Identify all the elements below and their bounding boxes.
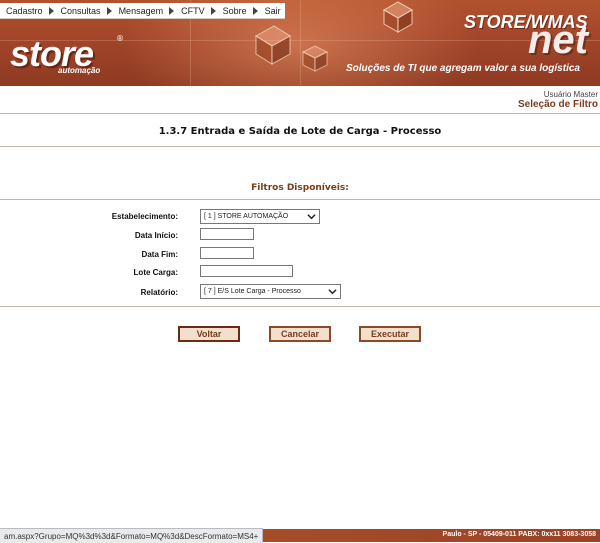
executar-button[interactable]: Executar [359, 326, 421, 342]
chevron-down-icon [328, 289, 337, 295]
logo-registered-mark: ® [116, 34, 124, 43]
chevron-down-icon [307, 214, 316, 220]
menu-item-cadastro[interactable]: Cadastro [3, 6, 47, 16]
data-fim-field[interactable] [200, 247, 254, 259]
menu-item-mensagem[interactable]: Mensagem [116, 6, 168, 16]
estabelecimento-value: [ 1 ] STORE AUTOMAÇÃO [204, 213, 289, 220]
page-title: 1.3.7 Entrada e Saída de Lote de Carga -… [158, 126, 442, 137]
product-net: net [528, 18, 588, 62]
lote-carga-label: Lote Carga: [133, 268, 178, 277]
menu-arrow-icon [48, 6, 54, 15]
menu-item-cftv[interactable]: CFTV [178, 6, 209, 16]
menu-arrow-icon [210, 6, 216, 15]
estabelecimento-label: Estabelecimento: [111, 212, 178, 221]
data-inicio-field[interactable] [200, 228, 254, 240]
lote-carga-field[interactable] [200, 265, 293, 277]
data-fim-label: Data Fim: [141, 250, 178, 259]
data-inicio-label: Data Início: [134, 231, 178, 240]
menu-item-sobre[interactable]: Sobre [220, 6, 251, 16]
divider [0, 113, 600, 114]
divider [0, 146, 600, 147]
menu-arrow-icon [252, 6, 258, 15]
relatorio-value: [ 7 ] E/S Lote Carga - Processo [204, 288, 301, 295]
header-banner: Cadastro Consultas Mensagem CFTV Sobre S… [0, 0, 600, 86]
menu-item-consultas[interactable]: Consultas [58, 6, 105, 16]
cancelar-button[interactable]: Cancelar [269, 326, 331, 342]
top-menu: Cadastro Consultas Mensagem CFTV Sobre S… [0, 3, 285, 19]
user-name: Usuário Master [543, 90, 598, 99]
tagline: Soluções de TI que agregam valor a sua l… [346, 63, 580, 74]
menu-arrow-icon [169, 6, 175, 15]
filters-title: Filtros Disponíveis: [251, 183, 349, 193]
divider [0, 306, 600, 307]
cube-icon [301, 45, 329, 72]
relatorio-select[interactable]: [ 7 ] E/S Lote Carga - Processo [200, 284, 341, 299]
footer-address: Paulo - SP - 05409-011 PABX: 0xx11 3083-… [442, 531, 596, 538]
estabelecimento-select[interactable]: [ 1 ] STORE AUTOMAÇÃO [200, 209, 320, 224]
voltar-button[interactable]: Voltar [178, 326, 240, 342]
divider [0, 199, 600, 200]
logo-subtitle: automação [58, 66, 101, 75]
menu-arrow-icon [106, 6, 112, 15]
section-title: Seleção de Filtro [517, 99, 598, 110]
cube-icon [255, 25, 291, 65]
menu-item-sair[interactable]: Sair [262, 6, 285, 16]
relatorio-label: Relatório: [140, 288, 178, 297]
cube-icon [382, 1, 414, 33]
browser-status-url: am.aspx?Grupo=MQ%3d%3d&Formato=MQ%3d&Des… [0, 528, 264, 543]
